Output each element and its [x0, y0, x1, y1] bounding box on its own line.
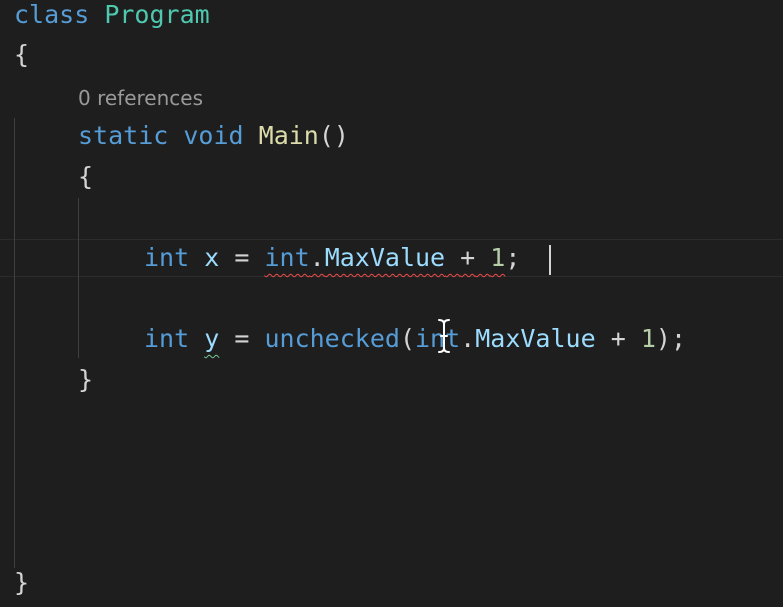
code-line-int-y[interactable]: int y = unchecked(int.MaxValue + 1); [144, 324, 686, 354]
open-paren: ( [399, 324, 415, 353]
class-name: Program [104, 0, 210, 29]
close-brace: } [78, 365, 94, 394]
indent-guide-outer [14, 118, 15, 568]
code-line-close-brace-inner[interactable]: } [78, 365, 93, 395]
member-maxvalue: MaxValue [324, 243, 446, 272]
text-caret [549, 245, 551, 275]
error-squiggle-expression[interactable]: int.MaxValue + 1 [264, 243, 505, 272]
code-line-method-declaration[interactable]: static void Main() [78, 121, 349, 151]
keyword-int: int [264, 243, 310, 272]
method-parens: () [318, 121, 349, 150]
keyword-class: class [14, 0, 90, 29]
variable-y[interactable]: y [204, 324, 219, 353]
method-name: Main [258, 121, 319, 150]
variable-x: x [204, 243, 220, 272]
keyword-int: int [144, 324, 190, 353]
open-brace: { [14, 40, 30, 69]
code-line-open-brace-outer[interactable]: { [14, 40, 29, 70]
dot: . [460, 324, 476, 353]
code-line-close-brace-outer[interactable]: } [14, 568, 29, 598]
i-beam-cursor-icon [438, 319, 450, 353]
plus-operator: + [460, 243, 476, 272]
code-line-int-x[interactable]: int x = int.MaxValue + 1; [144, 243, 520, 273]
close-brace: } [14, 568, 30, 597]
keyword-void: void [183, 121, 244, 150]
keyword-int: int [144, 243, 190, 272]
code-line-class-declaration[interactable]: class Program [14, 0, 210, 30]
code-line-open-brace-inner[interactable]: { [78, 162, 93, 192]
code-editor[interactable]: class Program { 0 references static void… [0, 0, 783, 607]
number-literal: 1 [640, 324, 656, 353]
indent-guide-inner [78, 198, 79, 358]
number-literal: 1 [490, 243, 506, 272]
codelens-references[interactable]: 0 references [78, 85, 203, 111]
member-maxvalue: MaxValue [475, 324, 596, 353]
plus-operator: + [610, 324, 626, 353]
close-paren-semicolon: ); [655, 324, 686, 353]
keyword-static: static [78, 121, 169, 150]
open-brace: { [78, 162, 94, 191]
keyword-unchecked: unchecked [264, 324, 400, 353]
semicolon: ; [505, 243, 521, 272]
equals-operator: = [234, 324, 250, 353]
dot: . [309, 243, 325, 272]
equals-operator: = [234, 243, 250, 272]
